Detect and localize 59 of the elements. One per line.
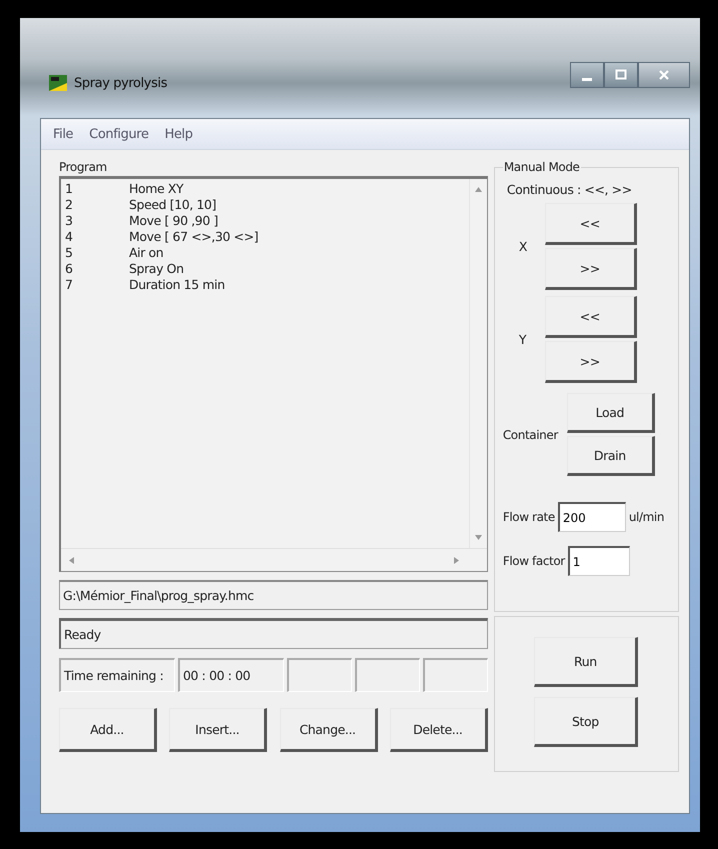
action-button[interactable]: Change... (280, 708, 378, 752)
container-label: Container (502, 428, 560, 442)
menu-item[interactable]: File (51, 124, 76, 144)
flow-factor-label: Flow factor (502, 554, 565, 568)
maximize-icon (615, 69, 627, 81)
container-button[interactable]: Load (566, 393, 655, 433)
action-button[interactable]: Add... (59, 708, 157, 752)
continuous-label: Continuous : <<, >> (506, 182, 633, 197)
axis-label: Y (518, 332, 528, 347)
status-panel (287, 658, 352, 692)
scroll-left-icon[interactable] (69, 556, 74, 564)
scroll-up-icon[interactable] (474, 187, 482, 192)
scroll-right-icon[interactable] (454, 556, 459, 564)
maximize-button[interactable] (604, 62, 638, 88)
app-icon (48, 73, 68, 93)
group-title: Manual Mode (502, 160, 581, 174)
line-number: 3 (65, 213, 74, 229)
window-title: Spray pyrolysis (74, 76, 168, 90)
jog-button[interactable]: << (544, 203, 637, 245)
file-path-field: G:\Mémior_Final\prog_spray.hmc (59, 580, 488, 610)
status-panel (422, 658, 488, 692)
line-number: 7 (65, 277, 74, 293)
jog-button[interactable]: >> (544, 248, 637, 290)
line-number: 1 (65, 181, 74, 197)
program-line[interactable]: Air on (129, 245, 164, 261)
flow-rate-input[interactable]: 200 (558, 502, 626, 532)
flow-rate-label: Flow rate (502, 510, 555, 524)
status-field: Ready (59, 618, 488, 649)
program-line[interactable]: Home XY (129, 181, 184, 197)
program-line[interactable]: Speed [10, 10] (129, 197, 216, 213)
time-remaining-label: Time remaining : (59, 658, 175, 692)
menu-item[interactable]: Help (162, 124, 195, 144)
run-button[interactable]: Stop (534, 697, 638, 747)
program-line[interactable]: Move [ 67 <>,30 <>] (129, 229, 258, 245)
program-label: Program (59, 160, 108, 174)
line-number: 4 (65, 229, 74, 245)
jog-button[interactable]: >> (544, 341, 637, 383)
scroll-down-icon[interactable] (474, 535, 482, 540)
close-icon (658, 69, 670, 81)
line-number: 5 (65, 245, 74, 261)
status-panel (354, 658, 420, 692)
minimize-icon (582, 78, 592, 80)
unit-label: ul/min (628, 510, 664, 524)
run-button[interactable]: Run (534, 637, 638, 687)
minimize-button[interactable] (570, 62, 604, 88)
container-button[interactable]: Drain (566, 436, 655, 476)
program-line[interactable]: Move [ 90 ,90 ] (129, 213, 218, 229)
time-remaining-value: 00 : 00 : 00 (178, 658, 284, 692)
flow-factor-input[interactable]: 1 (568, 546, 630, 576)
action-button[interactable]: Delete... (390, 708, 488, 752)
program-line[interactable]: Duration 15 min (129, 277, 225, 293)
jog-button[interactable]: << (544, 296, 637, 338)
menu-item[interactable]: Configure (87, 124, 151, 144)
close-button[interactable] (638, 62, 690, 88)
line-number: 2 (65, 197, 74, 213)
line-number: 6 (65, 261, 74, 277)
action-button[interactable]: Insert... (169, 708, 268, 752)
axis-label: X (518, 239, 528, 254)
program-line[interactable]: Spray On (129, 261, 184, 277)
